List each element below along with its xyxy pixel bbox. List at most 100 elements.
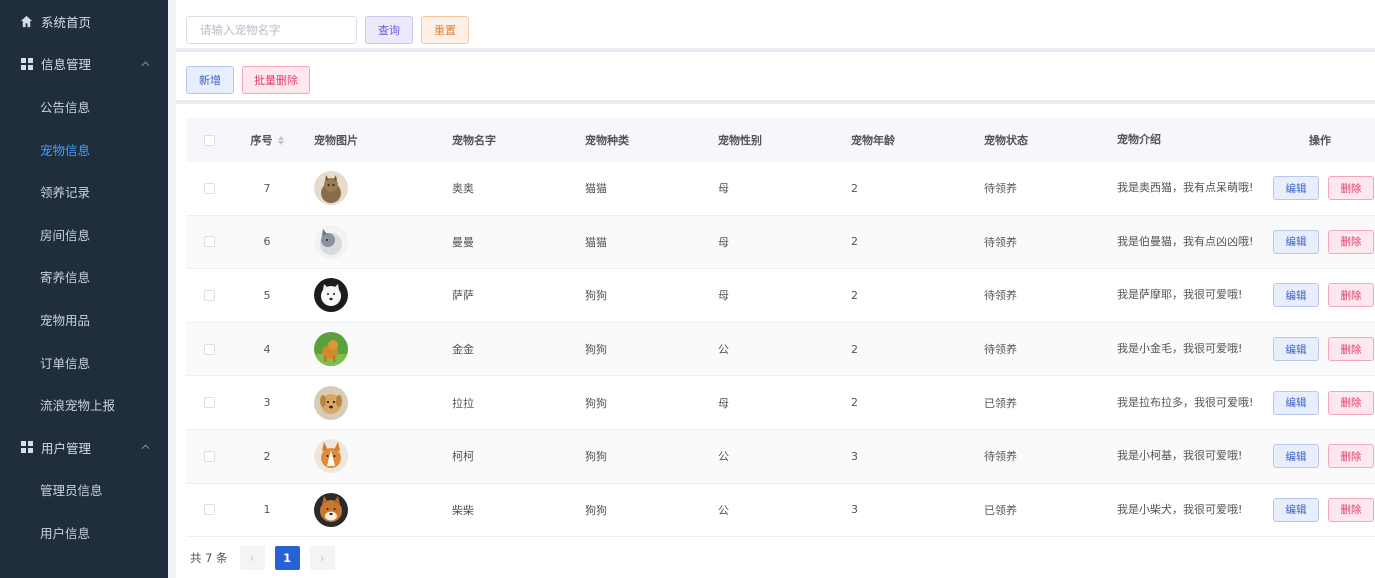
add-button[interactable]: 新增 [186,66,234,94]
cell-type: 猫猫 [585,235,607,249]
row-checkbox[interactable] [203,504,215,516]
edit-button[interactable]: 编辑 [1273,497,1319,522]
cell-ops: 编辑 删除 [1255,229,1375,254]
cell-sex: 母 [718,182,729,196]
edit-button[interactable]: 编辑 [1273,390,1319,415]
sidebar-item-label: 订单信息 [40,355,91,371]
row-checkbox[interactable] [203,289,215,301]
row-checkbox[interactable] [203,343,215,355]
cell-image [302,171,440,206]
sidebar-item-label: 流浪宠物上报 [40,398,116,414]
pet-table: 序号 宠物图片 宠物名字 宠物种类 宠物性别 宠物年龄 宠物状态 宠物介绍 操作… [186,118,1375,538]
table-row: 4 金金 狗狗 公 2 待领养 我是小金毛，我很可爱哦! 编辑 删除 [186,322,1375,377]
sidebar-item-pet-info[interactable]: 宠物信息 [0,128,168,171]
edit-button[interactable]: 编辑 [1273,176,1319,201]
cell-name: 金金 [452,343,474,357]
sidebar-item-notice[interactable]: 公告信息 [0,85,168,128]
cell-sex: 公 [718,450,729,464]
row-checkbox[interactable] [203,397,215,409]
pet-avatar[interactable] [314,224,348,259]
table-row: 2 柯柯 狗狗 公 3 待领养 我是小柯基，我很可爱哦! 编辑 删除 [186,429,1375,484]
cell-image [302,492,440,527]
sidebar: 系统首页 信息管理 公告信息 宠物信息 领养记录 房间信息 寄养信息 宠物用品 … [0,0,168,578]
sidebar-item-label: 领养记录 [40,185,91,201]
cell-intro: 我是拉布拉多，我很可爱哦! [1117,395,1254,409]
delete-button[interactable]: 删除 [1328,390,1374,415]
cell-image [302,332,440,367]
select-all-checkbox[interactable] [203,134,215,146]
cell-seq: 6 [263,235,271,249]
pet-name-search-input[interactable] [186,16,357,44]
query-button[interactable]: 查询 [365,16,413,44]
menu-group-users[interactable]: 用户管理 [0,426,168,469]
sidebar-item-pet-supplies[interactable]: 宠物用品 [0,298,168,341]
cell-seq: 1 [263,503,271,517]
menu-group-info[interactable]: 信息管理 [0,43,168,86]
edit-button[interactable]: 编辑 [1273,337,1319,362]
sidebar-item-admins[interactable]: 管理员信息 [0,469,168,512]
cell-ops: 编辑 删除 [1255,283,1375,308]
sidebar-item-label: 寄养信息 [40,270,91,286]
menu-home[interactable]: 系统首页 [0,0,168,43]
sidebar-item-users[interactable]: 用户信息 [0,511,168,554]
search-bar: 查询 重置 [176,8,1375,52]
cell-type: 狗狗 [585,450,607,464]
row-checkbox[interactable] [203,236,215,248]
delete-button[interactable]: 删除 [1328,497,1374,522]
cell-name: 柴柴 [452,503,474,517]
edit-button[interactable]: 编辑 [1273,283,1319,308]
column-state-header: 宠物状态 [984,134,1028,147]
batch-delete-button[interactable]: 批量删除 [242,66,310,94]
delete-button[interactable]: 删除 [1328,337,1374,362]
cell-sex: 母 [718,289,729,303]
table-header: 序号 宠物图片 宠物名字 宠物种类 宠物性别 宠物年龄 宠物状态 宠物介绍 操作 [186,118,1375,162]
row-checkbox[interactable] [203,182,215,194]
page-number-button[interactable]: 1 [274,546,300,570]
cell-name: 柯柯 [452,450,474,464]
cell-sex: 母 [718,396,729,410]
cell-age: 2 [851,396,858,410]
delete-button[interactable]: 删除 [1328,176,1374,201]
delete-button[interactable]: 删除 [1328,283,1374,308]
cell-ops: 编辑 删除 [1255,497,1375,522]
cell-age: 3 [851,503,858,517]
cell-intro: 我是小柴犬，我很可爱哦! [1117,502,1243,516]
sidebar-item-foster[interactable]: 寄养信息 [0,256,168,299]
cell-image [302,439,440,474]
cell-image [302,385,440,420]
pet-avatar[interactable] [314,278,348,313]
reset-button[interactable]: 重置 [421,16,469,44]
pet-avatar[interactable] [314,332,348,367]
edit-button[interactable]: 编辑 [1273,229,1319,254]
sidebar-item-orders[interactable]: 订单信息 [0,341,168,384]
table-row: 1 柴柴 狗狗 公 3 已领养 我是小柴犬，我很可爱哦! 编辑 删除 [186,484,1375,538]
cell-type: 猫猫 [585,182,607,196]
menu-group-users-label: 用户管理 [41,440,92,456]
pet-avatar[interactable] [314,439,348,474]
edit-button[interactable]: 编辑 [1273,444,1319,469]
column-seq-header[interactable]: 序号 [232,132,302,148]
next-page-button[interactable]: › [309,546,335,570]
delete-button[interactable]: 删除 [1328,229,1374,254]
sidebar-item-rooms[interactable]: 房间信息 [0,213,168,256]
row-checkbox[interactable] [203,450,215,462]
pet-avatar[interactable] [314,385,348,420]
column-ops-header: 操作 [1309,134,1331,147]
pet-avatar[interactable] [314,171,348,206]
pet-avatar[interactable] [314,492,348,527]
cell-ops: 编辑 删除 [1255,390,1375,415]
chevron-up-icon [140,442,150,452]
sidebar-item-stray-report[interactable]: 流浪宠物上报 [0,383,168,426]
sidebar-item-adoption-records[interactable]: 领养记录 [0,170,168,213]
delete-button[interactable]: 删除 [1328,444,1374,469]
cell-intro: 我是伯曼猫，我有点凶凶哦! [1117,234,1254,248]
sort-icon[interactable] [277,135,284,145]
column-type-header: 宠物种类 [585,134,629,147]
sidebar-item-label: 公告信息 [40,99,91,115]
cell-state: 已领养 [984,396,1017,410]
cell-seq: 5 [263,288,271,302]
cell-sex: 公 [718,343,729,357]
cell-age: 2 [851,181,858,195]
prev-page-button[interactable]: ‹ [239,546,265,570]
cell-ops: 编辑 删除 [1255,176,1375,201]
